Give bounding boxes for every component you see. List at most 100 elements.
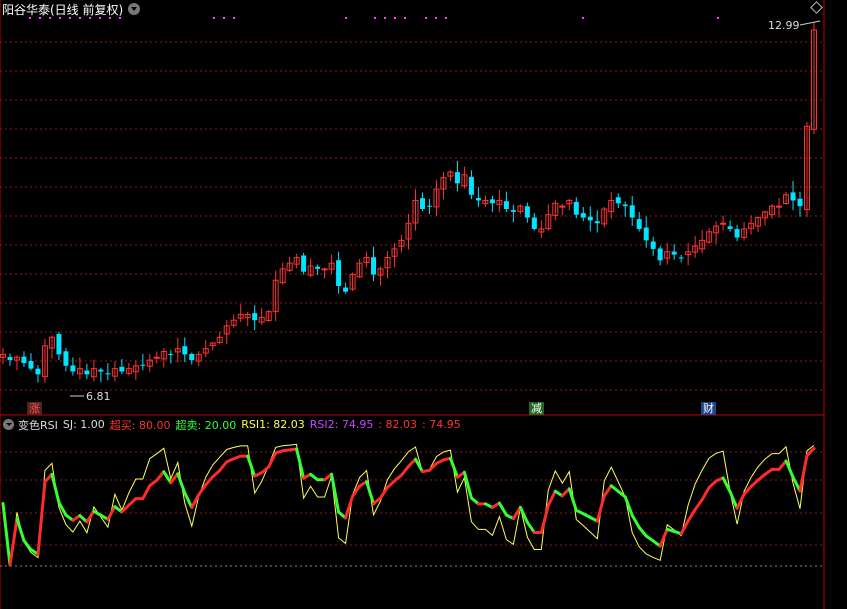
candle-body xyxy=(56,334,62,355)
candle-body xyxy=(734,229,740,238)
signal-dot xyxy=(425,17,427,19)
high-arrow xyxy=(799,20,821,26)
rsi1-line xyxy=(2,443,815,566)
candle-body xyxy=(98,369,104,372)
candle-body xyxy=(336,260,342,286)
chevron-down-icon[interactable] xyxy=(128,3,141,15)
candle-body xyxy=(615,197,621,204)
color-rsi-segment xyxy=(176,472,187,495)
candle-body xyxy=(252,313,258,321)
candle-body xyxy=(63,351,69,366)
candle-body xyxy=(475,198,481,201)
candle-body xyxy=(84,370,90,375)
candle-body xyxy=(678,257,684,259)
color-rsi-segment xyxy=(344,494,355,520)
signal-dot xyxy=(404,17,406,19)
candle-body xyxy=(119,366,125,372)
indicator-name[interactable]: 变色RSI xyxy=(18,417,58,433)
indicator-rsi1: RSI1: 82.03 xyxy=(241,418,305,431)
color-rsi-segment xyxy=(525,520,536,534)
candle-body xyxy=(343,287,349,292)
candle-body xyxy=(727,226,733,229)
marker-jian[interactable]: 减 xyxy=(529,402,544,415)
candle-body xyxy=(790,192,796,201)
candle-body xyxy=(315,266,321,269)
candle-body xyxy=(776,205,783,208)
signal-dot xyxy=(394,17,396,19)
candle-body xyxy=(587,216,593,221)
candle-body xyxy=(629,205,635,218)
signal-dot xyxy=(717,17,719,19)
color-rsi-segment xyxy=(50,472,61,505)
signal-dot xyxy=(435,17,437,19)
color-rsi-segment xyxy=(546,489,557,507)
low-price-label: 6.81 xyxy=(86,390,111,403)
color-rsi-segment xyxy=(141,484,152,501)
color-rsi-segment xyxy=(36,480,47,556)
color-rsi-segment xyxy=(700,486,711,502)
candle-body xyxy=(503,201,509,209)
candle-body xyxy=(182,346,188,355)
candle-body xyxy=(720,222,727,225)
signal-dot xyxy=(233,17,235,19)
color-rsi-segment xyxy=(742,485,753,496)
candle-body xyxy=(559,205,566,208)
candle-body xyxy=(7,357,13,361)
stock-title: 阳谷华泰(日线 前复权) xyxy=(2,2,124,17)
color-rsi-segment xyxy=(155,470,166,482)
indicator-header: 变色RSI SJ: 1.00 超买: 80.00 超卖: 20.00 RSI1:… xyxy=(0,417,466,432)
indicator-oversold: 超卖: 20.00 xyxy=(175,418,237,432)
candle-body xyxy=(28,361,34,369)
signal-dot xyxy=(445,17,447,19)
indicator-settings-icon[interactable] xyxy=(3,419,14,430)
candle-body xyxy=(636,219,642,229)
color-rsi-segment xyxy=(267,451,278,469)
candle-body xyxy=(371,257,377,275)
chart-header: 阳谷华泰(日线 前复权) xyxy=(0,1,141,17)
color-rsi-segment xyxy=(798,453,809,493)
candle-body xyxy=(70,365,76,372)
candle-body xyxy=(419,198,425,209)
candle-body xyxy=(657,248,663,261)
candle-body xyxy=(622,204,628,207)
color-rsi-segment xyxy=(218,460,229,472)
indicator-sj: SJ: 1.00 xyxy=(62,418,105,431)
color-rsi-segment xyxy=(637,525,648,538)
candle-body xyxy=(454,172,460,184)
candle-body xyxy=(580,213,586,218)
color-rsi-segment xyxy=(693,498,704,512)
candle-body xyxy=(105,373,111,375)
signal-dot xyxy=(374,17,376,19)
color-rsi-segment xyxy=(204,475,215,487)
candle-body xyxy=(153,356,160,359)
candlestick-chart xyxy=(0,0,825,609)
signal-dot xyxy=(384,17,386,19)
candle-body xyxy=(489,199,495,204)
candle-body xyxy=(594,221,600,224)
signal-dot xyxy=(223,17,225,19)
candle-body xyxy=(573,201,579,215)
candle-body xyxy=(468,176,474,195)
candle-body xyxy=(21,356,27,363)
color-rsi-segment xyxy=(679,519,690,536)
color-rsi-segment xyxy=(595,494,606,523)
color-rsi-segment xyxy=(602,484,613,498)
indicator-overbought: 超买: 80.00 xyxy=(109,418,171,432)
candle-body xyxy=(650,241,656,249)
signal-dot xyxy=(345,17,347,19)
candle-body xyxy=(797,198,803,207)
signal-dot xyxy=(582,17,584,19)
color-rsi-segment xyxy=(15,517,26,543)
candle-body xyxy=(140,364,146,366)
indicator-extra1: : 82.03 xyxy=(378,418,418,431)
candle-body xyxy=(671,251,677,255)
color-rsi-segment xyxy=(630,513,641,529)
candle-body xyxy=(524,206,530,218)
candle-body xyxy=(426,205,432,207)
indicator-extra2: : 74.95 xyxy=(422,418,461,431)
high-price-label: 12.99 xyxy=(768,19,800,32)
marker-cai[interactable]: 财 xyxy=(701,402,716,415)
marker-zhang[interactable]: 涨 xyxy=(27,402,42,415)
candle-body xyxy=(301,255,307,272)
color-rsi-segment xyxy=(400,464,410,477)
